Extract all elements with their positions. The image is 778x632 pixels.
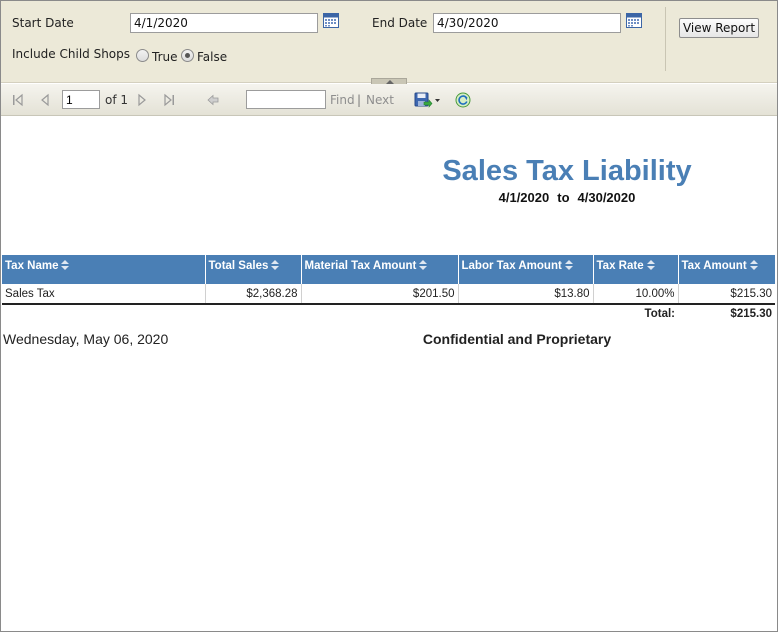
report-to-date: 4/30/2020 (577, 190, 636, 205)
sort-icon[interactable] (61, 259, 70, 271)
first-page-icon[interactable] (11, 92, 25, 108)
cell-tax-rate: 10.00% (593, 284, 679, 305)
column-header-total-sales[interactable]: Total Sales (205, 255, 302, 284)
last-page-icon[interactable] (162, 92, 176, 108)
report-date-range: 4/1/2020 to 4/30/2020 (381, 190, 753, 205)
start-date-input[interactable] (130, 13, 318, 33)
cell-total-sales: $2,368.28 (205, 284, 302, 305)
view-report-button[interactable]: View Report (679, 18, 759, 38)
end-date-label: End Date (372, 16, 428, 30)
radio-true-label: True (152, 50, 178, 64)
sort-icon[interactable] (564, 259, 574, 271)
previous-page-icon[interactable] (39, 92, 51, 108)
divider (665, 7, 666, 71)
column-header-tax-amount[interactable]: Tax Amount (678, 255, 775, 284)
column-header-material-tax-amount[interactable]: Material Tax Amount (301, 255, 459, 284)
sales-tax-table: Tax Name Total Sales Material Tax Amount… (2, 255, 775, 322)
page-number-input[interactable] (62, 90, 100, 109)
cell-tax-amount: $215.30 (678, 284, 775, 305)
cell-labor-tax-amount: $13.80 (458, 284, 594, 305)
include-child-shops-label: Include Child Shops (12, 47, 131, 61)
table-row: Sales Tax $2,368.28 $201.50 $13.80 10.00… (2, 284, 775, 305)
radio-false-label: False (197, 50, 228, 64)
report-title: Sales Tax Liability (442, 155, 692, 187)
total-value: $215.30 (730, 307, 772, 320)
column-header-tax-rate[interactable]: Tax Rate (593, 255, 679, 284)
cell-material-tax-amount: $201.50 (301, 284, 459, 305)
sort-icon[interactable] (646, 259, 656, 271)
calendar-icon[interactable] (323, 12, 339, 28)
confidential-notice: Confidential and Proprietary (422, 331, 612, 347)
column-header-labor-tax-amount[interactable]: Labor Tax Amount (458, 255, 594, 284)
report-toolbar: of 1 Find | Next (1, 84, 777, 116)
column-header-tax-name[interactable]: Tax Name (2, 255, 206, 284)
total-label: Total: (644, 307, 675, 320)
find-separator: | (357, 93, 362, 107)
sort-icon[interactable] (419, 259, 428, 271)
report-from-date: 4/1/2020 (498, 190, 550, 205)
radio-true[interactable] (136, 49, 149, 62)
next-page-icon[interactable] (136, 92, 148, 108)
refresh-icon[interactable] (455, 92, 471, 108)
find-link[interactable]: Find (330, 93, 355, 107)
sort-icon[interactable] (749, 259, 759, 271)
report-viewer-window: Start Date End Date Include Child Shops … (0, 0, 778, 632)
report-content: Sales Tax Liability 4/1/2020 to 4/30/2020 … (1, 117, 777, 631)
report-to-label: to (557, 190, 570, 205)
report-print-date: Wednesday, May 06, 2020 (3, 331, 169, 347)
cell-tax-name: Sales Tax (2, 284, 206, 305)
calendar-icon[interactable] (626, 12, 642, 28)
parameter-panel: Start Date End Date Include Child Shops … (1, 1, 777, 83)
page-count: of 1 (105, 93, 129, 107)
total-row: Total: $215.30 (2, 304, 775, 322)
end-date-input[interactable] (433, 13, 621, 33)
table-header-row: Tax Name Total Sales Material Tax Amount… (2, 255, 775, 284)
radio-false[interactable] (181, 49, 194, 62)
export-save-icon[interactable] (414, 92, 442, 108)
next-link[interactable]: Next (366, 93, 394, 107)
find-text-input[interactable] (246, 90, 326, 109)
back-icon[interactable] (206, 92, 220, 108)
sort-icon[interactable] (271, 259, 280, 271)
start-date-label: Start Date (12, 16, 74, 30)
